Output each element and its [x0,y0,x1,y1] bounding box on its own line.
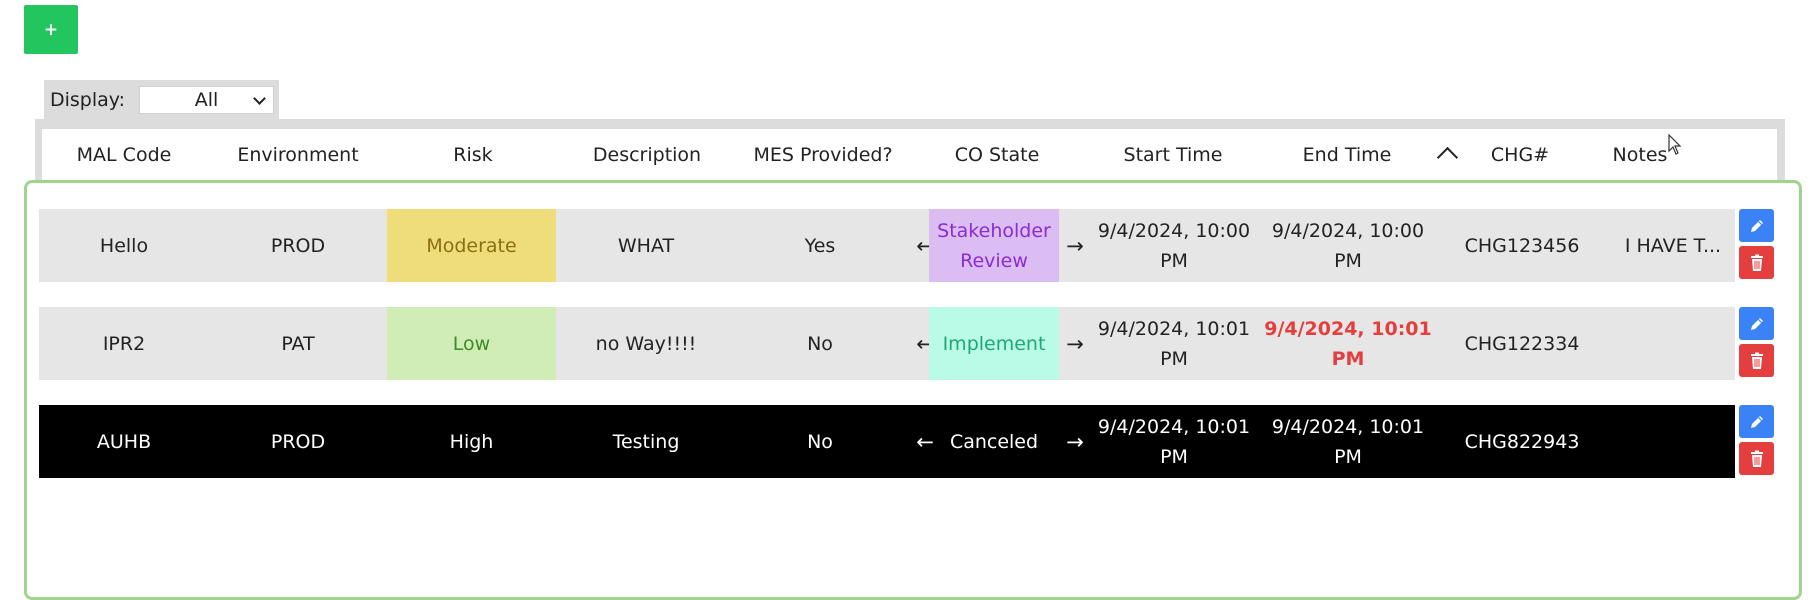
pencil-icon [1750,219,1763,232]
header-description[interactable]: Description [562,129,732,181]
header-chg[interactable]: CHG# [1460,129,1580,181]
cell-description: WHAT [617,234,675,257]
cell-mal-code: Hello [99,234,149,257]
cell-start-time: 9/4/2024, 10:01 PM [1097,415,1251,468]
delete-button[interactable] [1739,246,1774,279]
header-mes-provided[interactable]: MES Provided? [735,129,911,181]
cell-mal-code: AUHB [96,430,152,453]
add-button[interactable]: + [24,5,78,54]
cell-risk: Low [387,307,556,380]
edit-button[interactable] [1739,307,1774,340]
cell-notes [1609,307,1737,380]
cell-chg: CHG123456 [1464,234,1580,257]
cell-end-time: 9/4/2024, 10:01 PM [1271,415,1425,468]
edit-button[interactable] [1739,209,1774,242]
trash-icon [1750,254,1763,271]
cell-environment: PROD [270,430,326,453]
cell-notes: I HAVE T... [1624,234,1722,257]
cell-co-state: Canceled [949,430,1039,453]
pencil-icon [1750,317,1763,330]
trash-icon [1750,352,1763,369]
table-row[interactable]: Hello PROD Moderate WHAT Yes ← Stakehold… [39,209,1735,282]
cell-chg: CHG122334 [1464,332,1580,355]
cell-mes-provided: No [807,430,833,453]
cell-description: Testing [612,430,680,453]
delete-button[interactable] [1739,442,1774,475]
cell-risk: High [449,430,494,453]
cell-co-state: Implement [929,307,1059,380]
cell-mal-code: IPR2 [102,332,146,355]
display-select-value: All [194,88,219,111]
display-label: Display: [50,88,126,111]
cell-description: no Way!!!! [595,332,697,355]
cell-start-time: 9/4/2024, 10:01 PM [1097,317,1251,370]
cell-environment: PROD [270,234,326,257]
header-start-time[interactable]: Start Time [1086,129,1260,181]
cell-mes-provided: No [807,332,833,355]
table-row[interactable]: IPR2 PAT Low no Way!!!! No ← Implement →… [39,307,1735,380]
display-filter: Display: All [44,80,279,119]
delete-button[interactable] [1739,344,1774,377]
header-end-time[interactable]: End Time [1260,129,1434,181]
chevron-down-icon [253,91,266,105]
header-risk[interactable]: Risk [388,129,558,181]
header-mal-code[interactable]: MAL Code [42,129,206,181]
table-row[interactable]: AUHB PROD High Testing No ← Canceled → 9… [39,405,1735,478]
cell-risk: Moderate [387,209,556,282]
trash-icon [1750,450,1763,467]
header-environment[interactable]: Environment [216,129,380,181]
cell-start-time: 9/4/2024, 10:00 PM [1097,219,1251,272]
pencil-icon [1750,415,1763,428]
cell-chg: CHG822943 [1464,430,1580,453]
display-select[interactable]: All [139,85,275,114]
cell-end-time: 9/4/2024, 10:00 PM [1271,219,1425,272]
cell-environment: PAT [281,332,315,355]
cell-co-state: Stakeholder Review [929,209,1059,282]
cell-end-time: 9/4/2024, 10:01 PM [1264,317,1432,370]
header-co-state[interactable]: CO State [910,129,1084,181]
cursor-icon [1668,134,1682,155]
cell-mes-provided: Yes [804,234,836,257]
edit-button[interactable] [1739,405,1774,438]
cell-notes [1609,405,1737,478]
